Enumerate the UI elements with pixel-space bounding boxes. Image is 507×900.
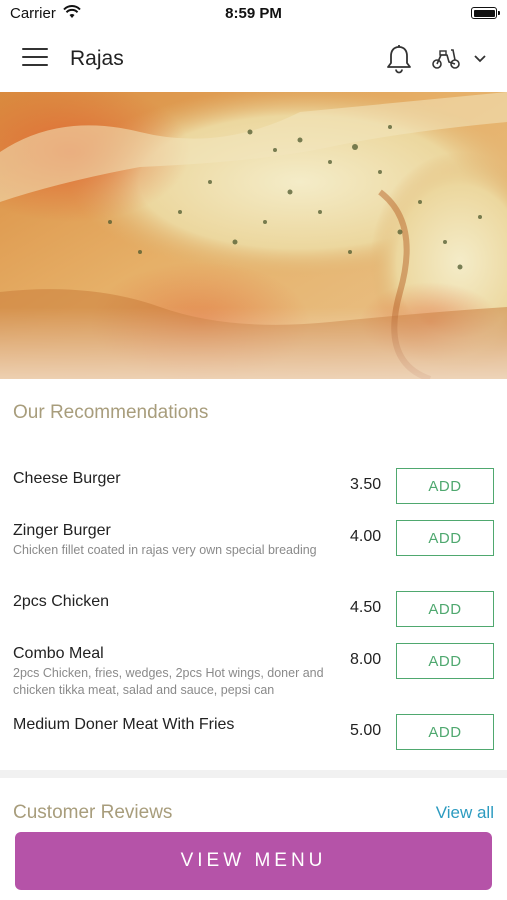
item-name: Medium Doner Meat With Fries	[13, 716, 235, 733]
clock: 8:59 PM	[225, 5, 282, 22]
item-description: Chicken fillet coated in rajas very own …	[13, 543, 317, 557]
battery-icon	[471, 7, 500, 19]
restaurant-title: Rajas	[70, 47, 124, 70]
item-price: 5.00	[350, 722, 382, 739]
hero-pizza-image	[0, 92, 507, 379]
add-button[interactable]: ADD	[396, 591, 494, 627]
item-description: 2pcs Chicken, fries, wedges, 2pcs Hot wi…	[13, 666, 324, 697]
chevron-down-icon[interactable]	[473, 54, 487, 64]
add-button[interactable]: ADD	[396, 468, 494, 504]
item-name: Zinger Burger	[13, 522, 111, 539]
scooter-icon[interactable]	[431, 46, 461, 72]
view-menu-button[interactable]: VIEW MENU	[15, 832, 492, 890]
menu-icon[interactable]	[22, 48, 48, 70]
customer-reviews-title: Customer Reviews	[13, 802, 173, 823]
item-name: Cheese Burger	[13, 470, 121, 487]
item-name: 2pcs Chicken	[13, 593, 110, 610]
status-bar: Carrier 8:59 PM	[0, 0, 507, 28]
bell-icon[interactable]	[385, 44, 413, 74]
top-nav-bar: Rajas	[0, 28, 507, 92]
item-price: 4.00	[350, 528, 382, 545]
add-button[interactable]: ADD	[396, 643, 494, 679]
add-button[interactable]: ADD	[396, 520, 494, 556]
item-price: 4.50	[350, 599, 382, 616]
recommendations-title: Our Recommendations	[13, 402, 209, 423]
item-name: Combo Meal	[13, 645, 104, 662]
item-price: 3.50	[350, 476, 382, 493]
view-all-link[interactable]: View all	[436, 803, 494, 823]
item-price: 8.00	[350, 651, 382, 668]
add-button[interactable]: ADD	[396, 714, 494, 750]
section-divider	[0, 770, 507, 778]
